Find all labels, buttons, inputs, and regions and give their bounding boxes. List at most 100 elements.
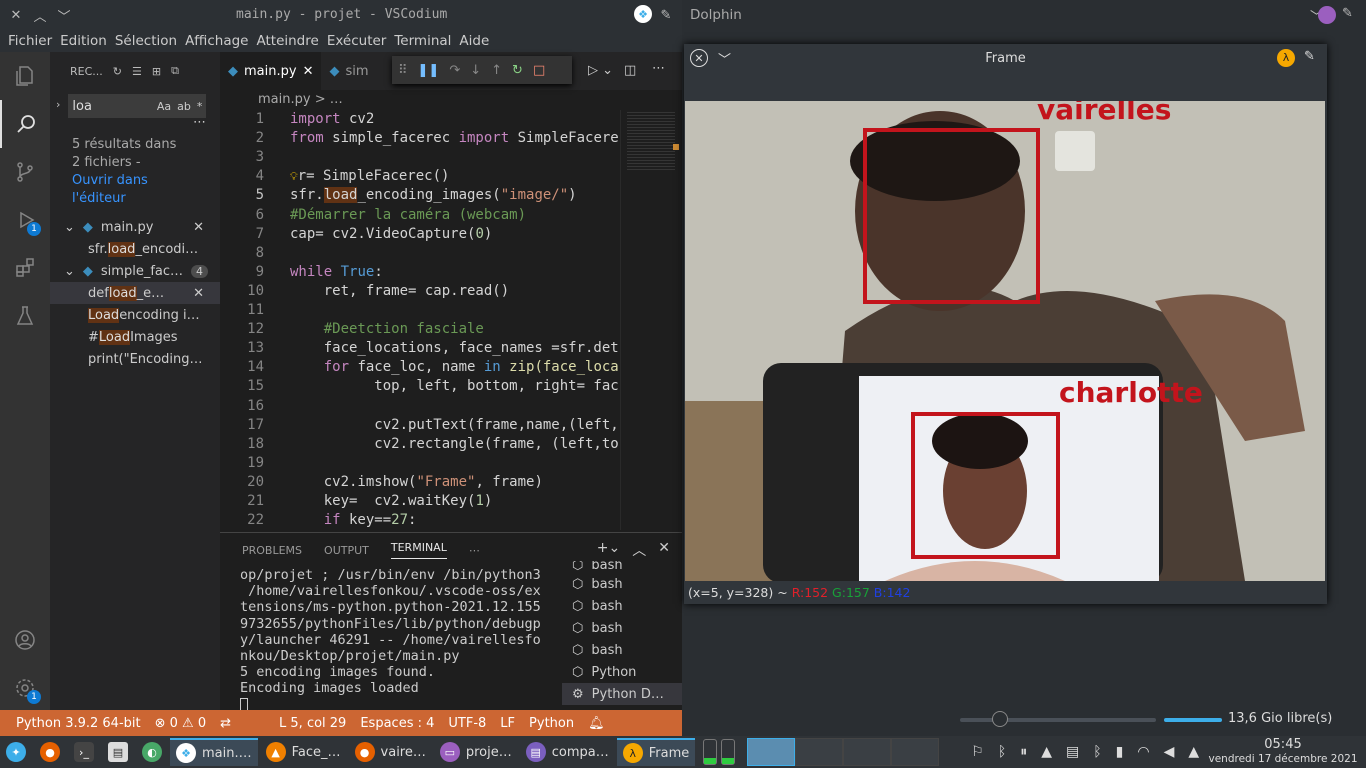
result-match[interactable]: # Load Images [50, 326, 220, 348]
clipboard-icon[interactable]: ▤ [1066, 744, 1079, 760]
lightbulb-icon[interactable]: 💡︎ [290, 170, 298, 183]
media-pause-icon[interactable]: ⏸︎ [1020, 744, 1027, 760]
virtual-desktops[interactable] [747, 738, 940, 766]
run-icon[interactable]: ▷ ⌄ [588, 63, 613, 78]
code-line[interactable]: if key==27: [290, 511, 417, 530]
terminal-output[interactable]: op/projet ; /usr/bin/env /bin/python3 /h… [240, 567, 560, 712]
step-out-icon[interactable]: ↑ [491, 63, 502, 78]
code-line[interactable]: sfr.load_encoding_images("image/") [290, 186, 577, 205]
stop-icon[interactable]: □ [533, 63, 545, 78]
run-debug-icon[interactable]: 1 [0, 196, 50, 244]
python-interpreter[interactable]: Python 3.9.2 64-bit [0, 716, 141, 731]
result-file-main[interactable]: ⌄ ◆ main.py ✕ [50, 216, 220, 238]
terminal-instance[interactable]: ⬡ bash [562, 561, 682, 573]
notification-icon[interactable]: ⚐ [971, 744, 984, 760]
live-share-icon[interactable]: ⇄ [220, 716, 231, 731]
minimap[interactable] [620, 110, 682, 530]
vlc-tray-icon[interactable]: ▲ [1041, 744, 1052, 760]
task-frame[interactable]: λ Frame [616, 738, 696, 766]
tab-simple-facerec[interactable]: ◆ sim [321, 52, 376, 90]
tab-problems[interactable]: PROBLEMS [242, 544, 302, 557]
restart-icon[interactable]: ↻ [512, 63, 523, 78]
result-file-simple-facerec[interactable]: ⌄ ◆ simple_fac… 4 [50, 260, 220, 282]
maximize-panel-icon[interactable]: ︿ [632, 540, 646, 560]
code-line[interactable]: face_locations, face_names =sfr.det [290, 339, 619, 358]
indentation[interactable]: Espaces : 4 [360, 716, 434, 731]
terminal-instance[interactable]: ⬡ bash [562, 639, 682, 661]
new-search-editor-icon[interactable]: ⊞ [152, 65, 161, 78]
pin-icon[interactable]: ✎ [1342, 6, 1353, 21]
menu-edition[interactable]: Edition [56, 30, 111, 52]
problems-status[interactable]: ⊗ 0 ⚠ 0 [155, 716, 207, 731]
clock[interactable]: 05:45 vendredi 17 décembre 2021 [1200, 736, 1366, 766]
firefox-launcher-icon[interactable]: ● [34, 738, 66, 766]
whole-word-icon[interactable]: ab [177, 100, 191, 113]
regex-icon[interactable]: * [197, 100, 203, 113]
webcam-image[interactable]: vairelles charlotte [685, 101, 1325, 581]
line-ending[interactable]: LF [500, 716, 515, 731]
code-line[interactable]: 💡︎r= SimpleFacerec() [290, 167, 449, 186]
terminal-launcher-icon[interactable]: ›_ [68, 738, 100, 766]
result-match[interactable]: sfr. load _encodi… [50, 238, 220, 260]
code-line[interactable]: from simple_facerec import SimpleFacere [290, 129, 619, 148]
account-icon[interactable] [0, 616, 50, 664]
menu-affichage[interactable]: Affichage [181, 30, 252, 52]
toggle-replace-icon[interactable]: › [56, 98, 60, 111]
panel-more-icon[interactable]: ⋯ [469, 544, 480, 557]
zoom-slider[interactable] [960, 718, 1156, 722]
code-line[interactable]: #Deetction fasciale [290, 320, 484, 339]
pin-icon[interactable]: ✎ [656, 5, 676, 25]
chevron-up-icon[interactable]: ︿ [30, 5, 50, 25]
close-panel-icon[interactable]: ✕ [658, 540, 670, 560]
match-case-icon[interactable]: Aa [157, 100, 171, 113]
task-face-vlc[interactable]: ▲ Face_… [260, 738, 347, 766]
tab-main-py[interactable]: ◆ main.py ✕ [220, 52, 322, 90]
desktop-4[interactable] [891, 738, 940, 766]
split-editor-icon[interactable]: ◫ [624, 63, 636, 78]
explorer-icon[interactable] [0, 52, 50, 100]
collapse-all-icon[interactable]: ⧉ [171, 64, 179, 78]
code-line[interactable]: cv2.putText(frame,name,(left, [290, 416, 618, 435]
desktop-3[interactable] [843, 738, 892, 766]
more-options-icon[interactable]: ⋯ [50, 116, 220, 129]
open-in-editor-link-2[interactable]: l'éditeur [72, 190, 220, 208]
code-line[interactable]: cv2.rectangle(frame, (left,to [290, 435, 618, 454]
dismiss-icon[interactable]: ✕ [193, 286, 220, 301]
menu-selection[interactable]: Sélection [111, 30, 181, 52]
tray-expand-icon[interactable]: ▲ [1188, 744, 1199, 760]
search-icon[interactable] [0, 100, 50, 148]
zoom-slider-handle[interactable] [992, 711, 1008, 727]
step-over-icon[interactable]: ↷ [449, 63, 460, 78]
cursor-position[interactable]: L 5, col 29 [279, 716, 346, 731]
menu-terminal[interactable]: Terminal [390, 30, 455, 52]
bluetooth-icon[interactable]: ᛒ [998, 744, 1006, 760]
notifications-bell-icon[interactable]: 🔔︎ [588, 716, 605, 731]
desktop-1[interactable] [747, 738, 796, 766]
settings-gear-icon[interactable]: 1 [0, 664, 50, 712]
code-line[interactable]: cv2.imshow("Frame", frame) [290, 473, 543, 492]
tab-terminal[interactable]: TERMINAL [390, 541, 447, 559]
source-control-icon[interactable] [0, 148, 50, 196]
terminal-instance[interactable]: ⬡ bash [562, 617, 682, 639]
files-launcher-icon[interactable]: ▤ [102, 738, 134, 766]
task-vscodium[interactable]: ❖ main.… [170, 738, 258, 766]
menu-fichier[interactable]: Fichier [4, 30, 56, 52]
task-document[interactable]: ▤ compa… [520, 738, 615, 766]
result-match[interactable]: Load encoding i… [50, 304, 220, 326]
terminal-instance[interactable]: ⚙ Python D… [562, 683, 682, 705]
code-line[interactable]: #Démarrer la caméra (webcam) [290, 206, 526, 225]
more-actions-icon[interactable]: ⋯ [652, 61, 665, 76]
testing-flask-icon[interactable] [0, 292, 50, 340]
code-line[interactable]: cap= cv2.VideoCapture(0) [290, 225, 492, 244]
settings-launcher-icon[interactable]: ◐ [136, 738, 168, 766]
pause-icon[interactable]: ❚❚ [418, 63, 440, 78]
code-line[interactable]: while True: [290, 263, 383, 282]
menu-atteindre[interactable]: Atteindre [252, 30, 322, 52]
code-line[interactable]: key= cv2.waitKey(1) [290, 492, 493, 511]
code-line[interactable]: top, left, bottom, right= fac [290, 377, 618, 396]
task-firefox[interactable]: ● vaire… [349, 738, 432, 766]
desktop-2[interactable] [795, 738, 844, 766]
chevron-down-icon[interactable]: ﹀ [54, 5, 74, 25]
dismiss-icon[interactable]: ✕ [193, 220, 220, 235]
terminal-instance[interactable]: ⬡ bash [562, 595, 682, 617]
